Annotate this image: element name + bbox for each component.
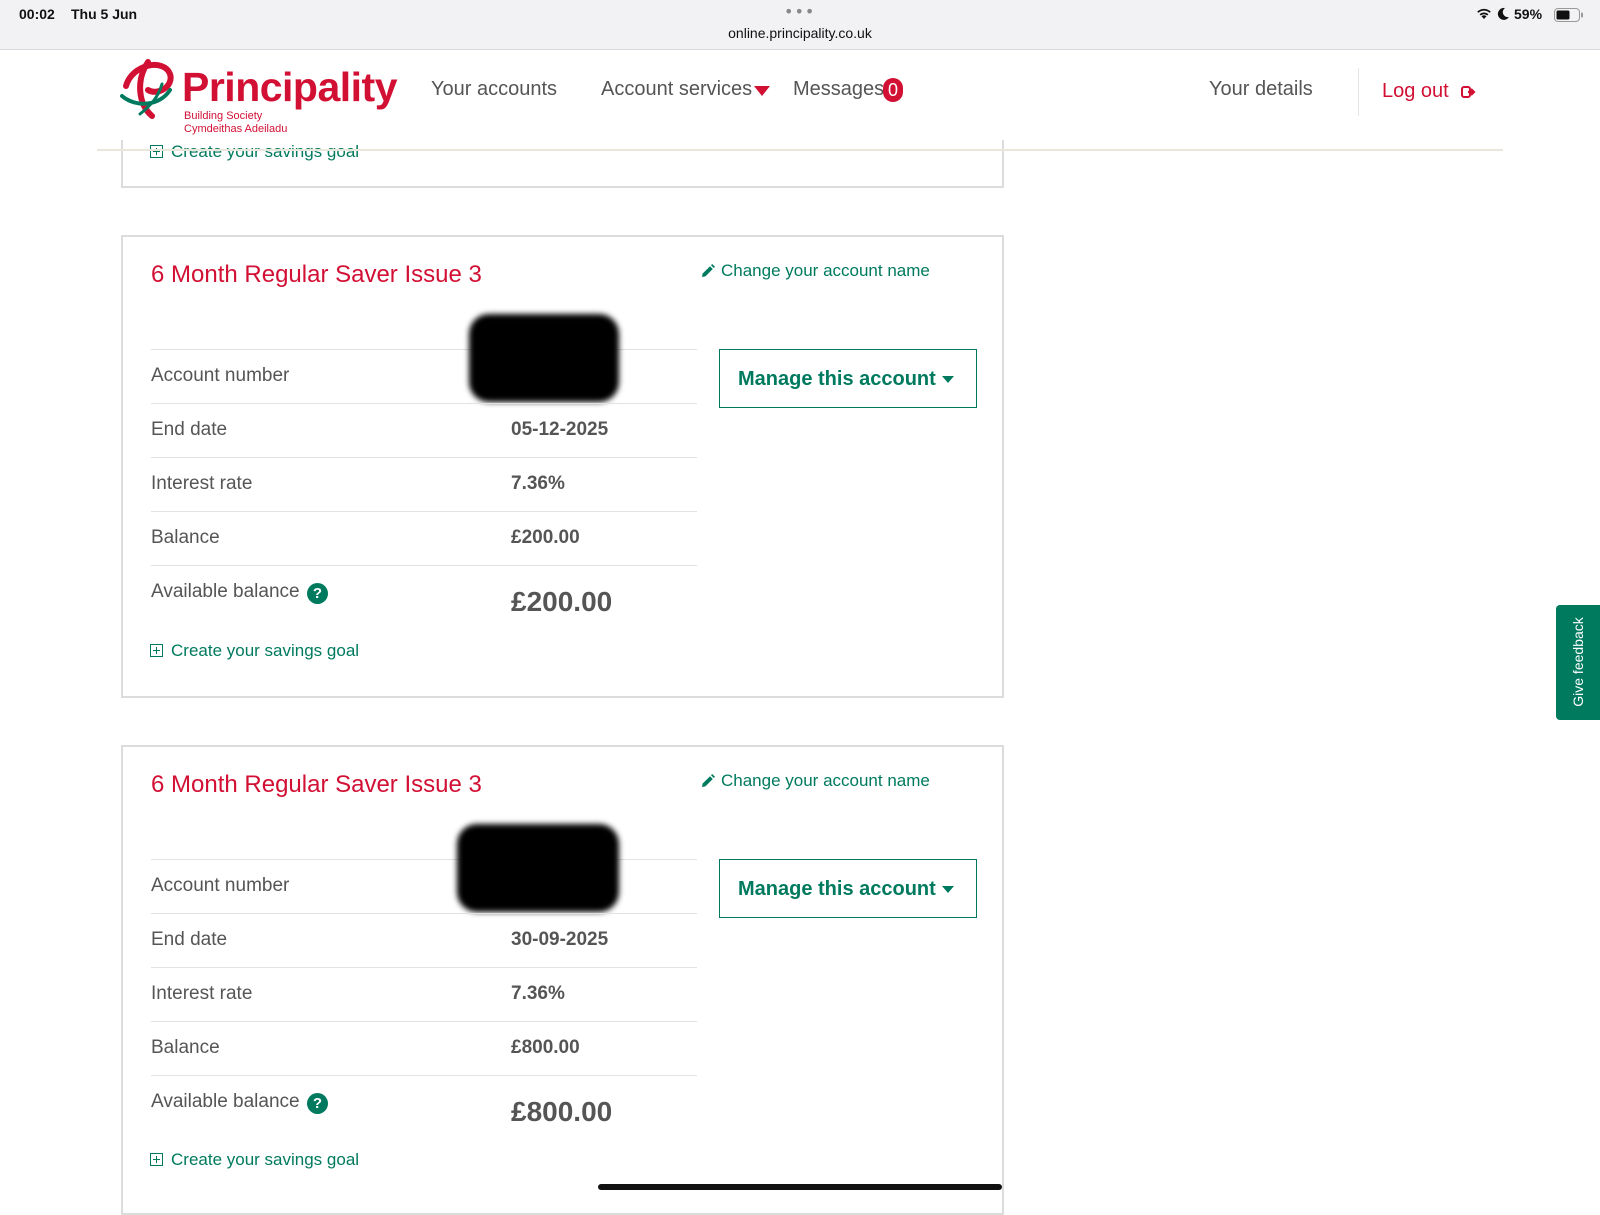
address-bar-url[interactable]: online.principality.co.uk [0,25,1600,41]
header-divider [97,149,1503,151]
brand-subtitle-welsh: Cymdeithas Adeiladu [184,123,288,135]
give-feedback-tab[interactable]: Give feedback [1556,605,1600,720]
manage-account-label: Manage this account [738,878,936,900]
account-number-label: Account number [151,365,290,386]
available-balance-value: £800.00 [511,1096,613,1127]
pencil-icon[interactable] [700,774,715,789]
available-balance-row: Available balance ? £200.00 [151,565,697,637]
give-feedback-label: Give feedback [1570,617,1586,707]
account-details: Account number End date 05-12-2025 Inter… [151,314,697,637]
account-details: Account number End date 30-09-2025 Inter… [151,824,697,1147]
caret-down-icon [942,886,954,893]
account-title: 6 Month Regular Saver Issue 3 [151,771,482,798]
end-date-value: 30-09-2025 [511,929,609,950]
interest-rate-row: Interest rate 7.36% [151,967,697,1021]
account-card: 6 Month Regular Saver Issue 3 Change you… [121,745,1004,1215]
home-indicator[interactable] [598,1184,1002,1190]
create-savings-goal-link[interactable]: Create your savings goal [150,641,359,661]
available-balance-value: £200.00 [511,586,613,617]
caret-down-icon [942,376,954,383]
available-balance-label: Available balance [151,581,300,602]
interest-rate-row: Interest rate 7.36% [151,457,697,511]
chevron-down-icon[interactable] [754,86,770,96]
account-number-row: Account number [151,824,697,913]
plus-square-icon [150,1153,163,1166]
redacted-account-number [457,824,619,912]
manage-account-label: Manage this account [738,368,936,390]
available-balance-label: Available balance [151,1091,300,1112]
interest-rate-label: Interest rate [151,983,253,1004]
account-title: 6 Month Regular Saver Issue 3 [151,261,482,288]
nav-messages[interactable]: Messages [793,78,884,101]
plus-square-icon [150,145,163,158]
end-date-row: End date 05-12-2025 [151,403,697,457]
account-card: 6 Month Regular Saver Issue 3 Change you… [121,235,1004,698]
battery-icon [1554,8,1583,22]
balance-value: £200.00 [511,527,580,548]
interest-rate-value: 7.36% [511,983,565,1004]
balance-label: Balance [151,1037,220,1058]
nav-account-services[interactable]: Account services [601,78,752,101]
account-number-row: Account number [151,314,697,403]
log-out-icon[interactable] [1461,85,1477,99]
goal-link-label: Create your savings goal [171,142,360,161]
status-time: 00:02 [19,6,55,22]
change-account-name-link[interactable]: Change your account name [721,261,930,281]
log-out-link[interactable]: Log out [1382,80,1449,103]
goal-link-label: Create your savings goal [171,641,360,660]
plus-square-icon [150,644,163,657]
nav-divider [1358,68,1359,116]
principality-logo[interactable]: Principality Building Society Cymdeithas… [118,56,398,140]
manage-account-button[interactable]: Manage this account [719,349,977,408]
end-date-label: End date [151,419,228,440]
interest-rate-value: 7.36% [511,473,565,494]
moon-icon [1497,7,1509,20]
nav-your-details[interactable]: Your details [1209,78,1313,101]
balance-label: Balance [151,527,220,548]
manage-account-button[interactable]: Manage this account [719,859,977,918]
end-date-row: End date 30-09-2025 [151,913,697,967]
messages-count-badge[interactable]: 0 [883,78,903,102]
more-dots-icon[interactable]: ••• [784,4,815,20]
dragon-logo-icon [120,59,174,119]
create-savings-goal-link[interactable]: Create your savings goal [150,1150,359,1170]
wifi-icon [1477,8,1491,19]
brand-name: Principality [182,64,398,110]
available-balance-row: Available balance ? £800.00 [151,1075,697,1147]
status-bar: 00:02 Thu 5 Jun ••• online.principality.… [0,0,1600,50]
goal-link-label: Create your savings goal [171,1150,360,1169]
battery-percent: 59% [1514,6,1543,22]
help-icon[interactable]: ? [307,583,328,604]
redacted-account-number [469,314,619,402]
balance-row: Balance £200.00 [151,511,697,565]
account-card-partial: Create your savings goal [121,140,1004,188]
balance-row: Balance £800.00 [151,1021,697,1075]
brand-subtitle-english: Building Society [184,110,263,122]
help-icon[interactable]: ? [307,1093,328,1114]
change-account-name-link[interactable]: Change your account name [721,771,930,791]
end-date-value: 05-12-2025 [511,419,609,440]
balance-value: £800.00 [511,1037,580,1058]
status-indicators: 59% [1470,5,1590,25]
nav-your-accounts[interactable]: Your accounts [431,78,557,101]
interest-rate-label: Interest rate [151,473,253,494]
status-date: Thu 5 Jun [71,6,138,22]
pencil-icon[interactable] [700,264,715,279]
end-date-label: End date [151,929,228,950]
create-savings-goal-link[interactable]: Create your savings goal [150,142,359,162]
account-number-label: Account number [151,875,290,896]
